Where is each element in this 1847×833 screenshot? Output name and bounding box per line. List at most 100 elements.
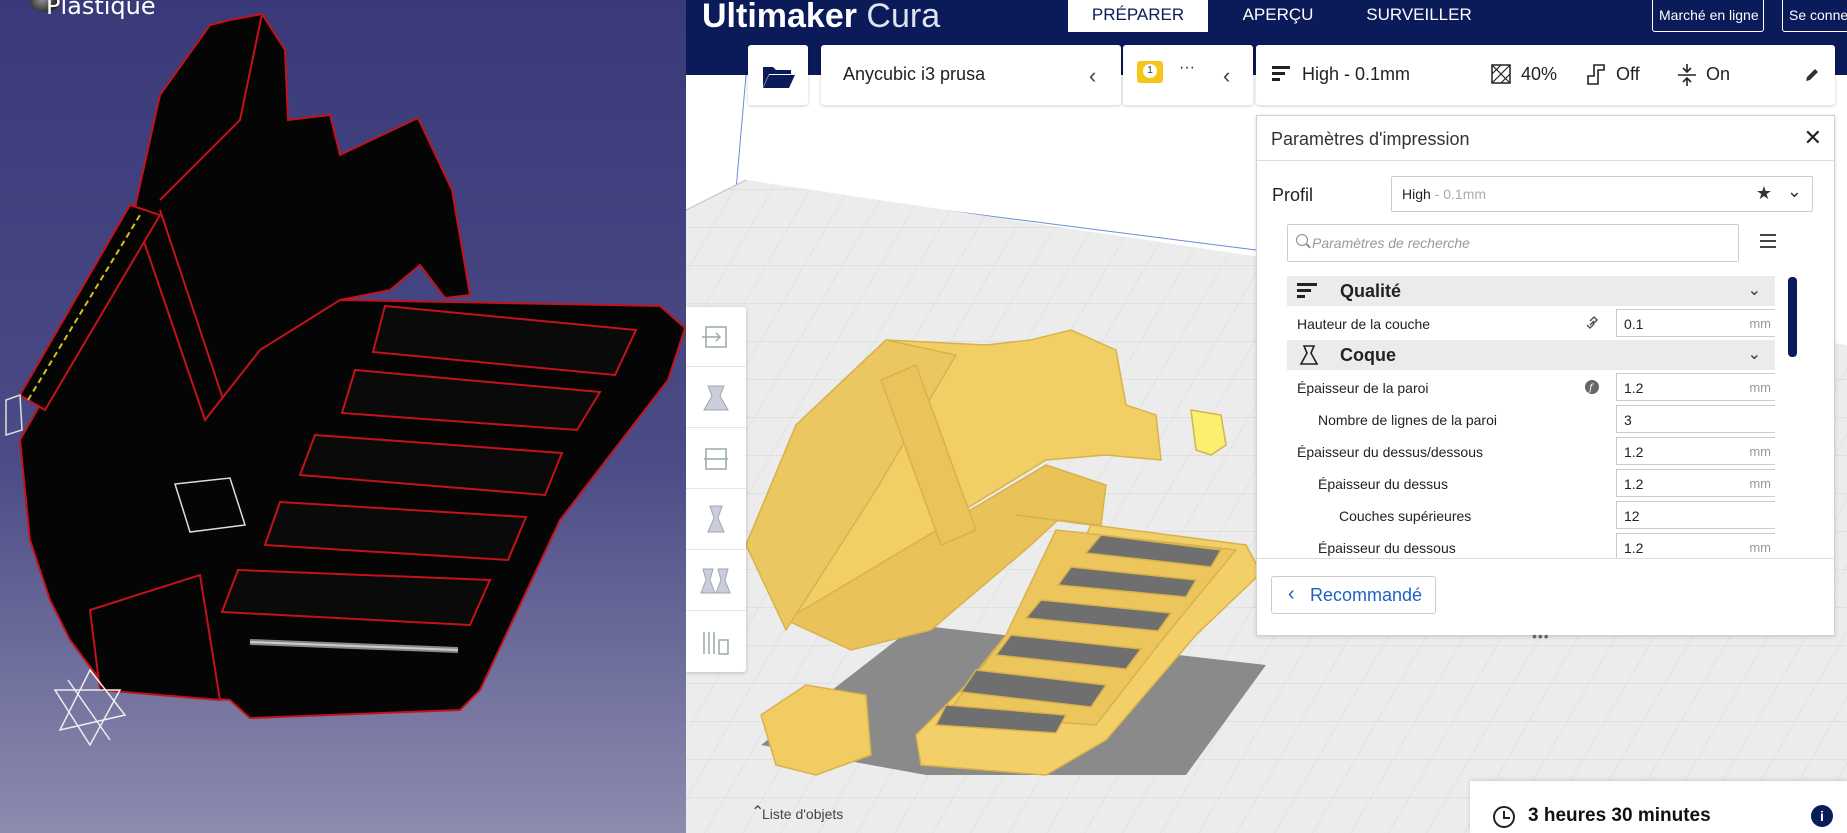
open-file-button[interactable] xyxy=(748,45,808,105)
rotate-icon xyxy=(704,448,728,470)
search-icon xyxy=(1296,234,1308,246)
setting-label: Nombre de lignes de la paroi xyxy=(1318,412,1497,428)
support-icon xyxy=(1587,64,1605,85)
hamburger-menu-icon[interactable] xyxy=(1760,234,1776,248)
chevron-left-icon: ‹ xyxy=(1223,63,1231,88)
star-icon[interactable]: ★ xyxy=(1756,183,1772,204)
support-blocker-button[interactable] xyxy=(686,612,746,672)
quality-icon xyxy=(1297,283,1317,298)
setting-label: Épaisseur de la paroi xyxy=(1297,380,1429,396)
object-list-toggle[interactable]: ⌃ Liste d'objets xyxy=(751,804,844,822)
setting-row[interactable]: Hauteur de la couche 0.1 mm xyxy=(1287,307,1775,339)
setting-label: Épaisseur du dessus xyxy=(1318,476,1448,492)
move-tool-button[interactable] xyxy=(686,307,746,367)
cura-window: Ultimaker Cura PRÉPARER APERÇU SURVEILLE… xyxy=(686,0,1847,833)
sign-in-button[interactable]: Se connec xyxy=(1782,0,1847,32)
setting-row[interactable]: Épaisseur du dessus 1.2 mm xyxy=(1287,467,1775,499)
setting-row[interactable]: Nombre de lignes de la paroi 3 xyxy=(1287,403,1775,435)
per-model-settings-icon xyxy=(700,568,731,594)
category-shell[interactable]: Coque ⌄ xyxy=(1287,340,1775,370)
recommended-button[interactable]: ‹ Recommandé xyxy=(1271,576,1436,614)
setting-input[interactable]: 1.2 mm xyxy=(1616,469,1775,497)
divider xyxy=(1257,160,1834,161)
setting-label: Épaisseur du dessus/dessous xyxy=(1297,444,1483,460)
setting-input[interactable]: 1.2 mm xyxy=(1616,533,1775,558)
mirror-tool-button[interactable] xyxy=(686,490,746,550)
setting-row[interactable]: Couches supérieures 12 xyxy=(1287,499,1775,531)
divider xyxy=(1257,558,1834,559)
setting-input[interactable]: 1.2 mm xyxy=(1616,373,1775,401)
info-icon[interactable]: i xyxy=(1811,805,1833,827)
support-blocker-icon xyxy=(703,632,729,655)
print-time-panel: 3 heures 30 minutes i xyxy=(1470,781,1847,833)
chevron-down-icon: ⌄ xyxy=(1786,181,1802,201)
chevron-left-icon: ‹ xyxy=(1089,63,1097,88)
extruder-badge-icon: 1 xyxy=(1137,61,1163,83)
setting-label: Couches supérieures xyxy=(1339,508,1472,524)
printer-selector[interactable]: Anycubic i3 prusa ‹ xyxy=(821,45,1121,105)
folder-icon xyxy=(763,67,795,88)
rotate-tool-button[interactable] xyxy=(686,429,746,489)
print-settings-panel: Paramètres d'impression ✕ Profil High - … xyxy=(1256,115,1835,644)
cad-model-drawing xyxy=(5,12,686,747)
extruder-selector[interactable]: 1 ··· ‹ xyxy=(1123,45,1253,105)
adhesion-icon xyxy=(1678,64,1696,86)
settings-list[interactable]: Qualité ⌄ Hauteur de la couche 0.1 mm Coq… xyxy=(1287,276,1775,558)
category-name: Qualité xyxy=(1340,281,1402,301)
app-logo: Ultimaker Cura xyxy=(702,0,941,35)
move-icon xyxy=(702,326,727,348)
support-value: Off xyxy=(1616,64,1640,84)
setting-row[interactable]: Épaisseur du dessous 1.2 mm xyxy=(1287,531,1775,558)
chevron-down-icon: ⌄ xyxy=(1747,282,1761,299)
recommended-label: Recommandé xyxy=(1310,585,1423,605)
profile-label: Profil xyxy=(1272,185,1314,205)
shell-icon xyxy=(1299,345,1319,365)
object-list-label: Liste d'objets xyxy=(762,806,844,822)
category-name: Coque xyxy=(1340,345,1396,365)
marketplace-button[interactable]: Marché en ligne xyxy=(1652,0,1764,32)
cad-viewport[interactable]: Plastique xyxy=(0,0,686,833)
setting-label: Épaisseur du dessous xyxy=(1318,540,1456,556)
tab-preview[interactable]: APERÇU xyxy=(1223,0,1333,32)
setting-input[interactable]: 3 xyxy=(1616,405,1775,433)
scale-icon xyxy=(703,385,729,411)
function-icon: f xyxy=(1584,379,1600,400)
setting-row[interactable]: Épaisseur du dessus/dessous 1.2 mm xyxy=(1287,435,1775,467)
profile-name: High xyxy=(1402,186,1431,202)
chevron-up-icon: ⌃ xyxy=(751,804,765,821)
mirror-icon xyxy=(707,505,725,533)
setting-label: Hauteur de la couche xyxy=(1297,316,1431,332)
quality-icon xyxy=(1272,66,1290,81)
setting-input[interactable]: 0.1 mm xyxy=(1616,309,1775,337)
per-model-settings-button[interactable] xyxy=(686,551,746,611)
infill-value: 40% xyxy=(1521,64,1558,84)
settings-search-input[interactable]: Paramètres de recherche xyxy=(1287,224,1739,262)
chevron-down-icon: ⌄ xyxy=(1747,346,1761,363)
print-time: 3 heures 30 minutes xyxy=(1528,805,1711,826)
setting-row[interactable]: Épaisseur de la paroi f 1.2 mm xyxy=(1287,371,1775,403)
tab-prepare[interactable]: PRÉPARER xyxy=(1068,0,1208,32)
extruder-more: ··· xyxy=(1179,59,1195,76)
chevron-left-icon: ‹ xyxy=(1288,583,1295,605)
profile-dropdown[interactable]: High - 0.1mm ★ ⌄ xyxy=(1391,176,1813,212)
profile-suffix: - 0.1mm xyxy=(1430,186,1487,202)
pencil-icon[interactable] xyxy=(1804,67,1820,83)
printer-name: Anycubic i3 prusa xyxy=(843,64,986,84)
tool-panel xyxy=(686,307,746,672)
adhesion-value: On xyxy=(1706,64,1731,84)
category-quality[interactable]: Qualité ⌄ xyxy=(1287,276,1775,306)
tab-monitor[interactable]: SURVEILLER xyxy=(1354,0,1484,32)
setting-input[interactable]: 1.2 mm xyxy=(1616,437,1775,465)
infill-icon xyxy=(1491,64,1511,84)
close-icon[interactable]: ✕ xyxy=(1804,125,1822,151)
link-icon xyxy=(1584,315,1600,336)
search-placeholder: Paramètres de recherche xyxy=(1312,235,1470,251)
resize-handle[interactable]: ••• xyxy=(1532,628,1550,644)
clock-icon xyxy=(1493,806,1515,828)
scale-tool-button[interactable] xyxy=(686,368,746,428)
profile-summary: High - 0.1mm xyxy=(1302,64,1411,84)
panel-title: Paramètres d'impression xyxy=(1271,129,1470,149)
settings-scrollbar[interactable] xyxy=(1788,277,1797,357)
print-setup-selector[interactable]: High - 0.1mm 40% Off On xyxy=(1256,45,1835,105)
setting-input[interactable]: 12 xyxy=(1616,501,1775,529)
